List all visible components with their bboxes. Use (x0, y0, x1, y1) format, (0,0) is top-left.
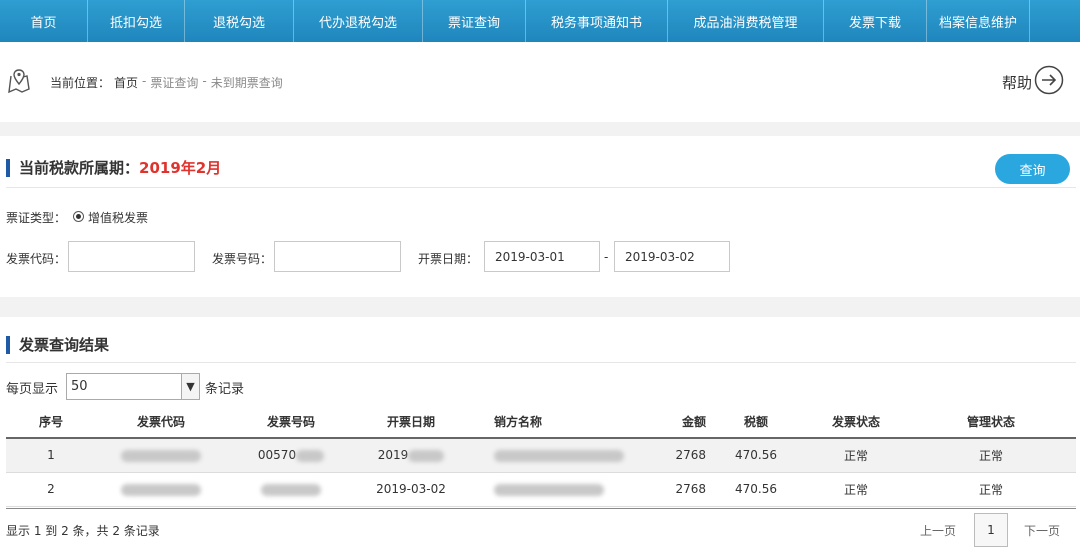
breadcrumb-bar: 当前位置： 首页 - 票证查询 - 未到期票查询 帮助 (0, 42, 1080, 122)
column-header: 销方名称 (466, 406, 646, 439)
row-index: 2 (6, 472, 96, 507)
chevron-down-icon[interactable]: ▼ (181, 374, 199, 399)
period-title: 当前税款所属期： 2019年2月 (6, 157, 221, 178)
per-page-label: 每页显示 (6, 382, 59, 397)
redacted-blur (494, 483, 604, 496)
amount-cell: 2768 (646, 438, 706, 473)
table-bottom-border (6, 508, 1076, 509)
tax-cell: 470.56 (706, 438, 806, 473)
seller-cell (466, 438, 646, 473)
redacted-blur (494, 449, 624, 462)
row-index: 1 (6, 438, 96, 473)
nav-home[interactable]: 首页 (0, 0, 88, 42)
per-page-select[interactable]: 50 ▼ (66, 373, 200, 400)
query-button[interactable]: 查询 (995, 154, 1070, 184)
next-page-button[interactable]: 下一页 (1024, 522, 1060, 539)
redacted-blur (261, 483, 321, 496)
issue-date-text: 2019 (377, 448, 409, 463)
nav-ticket-query[interactable]: 票证查询 (423, 0, 526, 42)
manage-status-cell: 正常 (906, 472, 1076, 507)
breadcrumb-prefix: 当前位置： (50, 76, 111, 90)
issue-date-label: 开票日期： (418, 252, 479, 266)
invoice-code-cell (96, 472, 226, 507)
nav-agent-refund-check[interactable]: 代办退税勾选 (294, 0, 423, 42)
help-link[interactable]: 帮助 (1002, 72, 1032, 93)
vat-invoice-option-label[interactable]: 增值税发票 (88, 209, 148, 226)
date-range-separator: - (604, 250, 609, 264)
divider (6, 187, 1076, 188)
nav-tax-notice[interactable]: 税务事项通知书 (526, 0, 668, 42)
invoice-code-cell (96, 438, 226, 473)
page-number-button[interactable]: 1 (974, 513, 1008, 547)
nav-invoice-download[interactable]: 发票下载 (824, 0, 927, 42)
section-gap (0, 122, 1080, 136)
issue-date-cell: 2019-03-02 (356, 472, 466, 507)
nav-archive-maintenance[interactable]: 档案信息维护 (927, 0, 1030, 42)
results-title-text: 发票查询结果 (19, 336, 110, 354)
table-row[interactable]: 2 2019-03-02 2768 470.56 正常 正常 (6, 472, 1076, 507)
table-header-row: 序号 发票代码 发票号码 开票日期 销方名称 金额 税额 发票状态 管理状态 (6, 406, 1076, 439)
column-header: 管理状态 (906, 406, 1076, 439)
column-header: 发票代码 (96, 406, 226, 439)
column-header: 发票状态 (806, 406, 906, 439)
period-value: 2019年2月 (139, 159, 222, 177)
breadcrumb-separator: - (142, 74, 147, 88)
vat-invoice-radio[interactable] (73, 211, 84, 222)
section-gap (0, 297, 1080, 317)
redacted-blur (121, 483, 201, 496)
column-header: 金额 (646, 406, 706, 439)
invoice-code-label: 发票代码： (6, 252, 67, 266)
redacted-blur (408, 449, 445, 462)
ticket-type-label: 票证类型： (6, 211, 67, 225)
invoice-number-input[interactable] (274, 241, 401, 272)
breadcrumb: 当前位置： 首页 - 票证查询 - 未到期票查询 (50, 74, 283, 91)
invoice-status-cell: 正常 (806, 472, 906, 507)
nav-refund-check[interactable]: 退税勾选 (185, 0, 294, 42)
invoice-number-cell (226, 472, 356, 507)
nav-deduction-check[interactable]: 抵扣勾选 (88, 0, 185, 42)
results-table: 序号 发票代码 发票号码 开票日期 销方名称 金额 税额 发票状态 管理状态 1… (6, 406, 1076, 507)
prev-page-button[interactable]: 上一页 (920, 522, 956, 539)
breadcrumb-current: 未到期票查询 (210, 76, 283, 90)
arrow-right-circle-icon[interactable] (1034, 65, 1064, 95)
column-header: 发票号码 (226, 406, 356, 439)
manage-status-cell: 正常 (906, 438, 1076, 473)
invoice-number-label: 发票号码： (212, 252, 273, 266)
breadcrumb-home[interactable]: 首页 (114, 74, 138, 91)
records-summary: 显示 1 到 2 条，共 2 条记录 (6, 524, 160, 538)
breadcrumb-separator: - (202, 74, 207, 88)
issue-date-from-input[interactable]: 2019-03-01 (484, 241, 600, 272)
period-label: 当前税款所属期： (19, 159, 140, 177)
redacted-blur (121, 449, 201, 462)
amount-cell: 2768 (646, 472, 706, 507)
issue-date-cell: 2019 (356, 438, 466, 473)
invoice-number-cell: 00570 (226, 438, 356, 473)
table-row[interactable]: 1 00570 2019 2768 470.56 正常 正常 (6, 438, 1076, 473)
column-header: 税额 (706, 406, 806, 439)
top-nav: 首页 抵扣勾选 退税勾选 代办退税勾选 票证查询 税务事项通知书 成品油消费税管… (0, 0, 1080, 42)
redacted-blur (296, 449, 325, 462)
per-page-value: 50 (71, 379, 88, 394)
column-header: 序号 (6, 406, 96, 439)
invoice-code-input[interactable] (68, 241, 195, 272)
location-map-icon (8, 69, 30, 94)
column-header: 开票日期 (356, 406, 466, 439)
issue-date-to-input[interactable]: 2019-03-02 (614, 241, 730, 272)
title-accent-bar (6, 158, 10, 177)
seller-cell (466, 472, 646, 507)
results-title: 发票查询结果 (6, 334, 109, 355)
tax-cell: 470.56 (706, 472, 806, 507)
breadcrumb-ticket-query[interactable]: 票证查询 (150, 74, 198, 91)
invoice-status-cell: 正常 (806, 438, 906, 473)
title-accent-bar (6, 335, 10, 354)
per-page-suffix: 条记录 (205, 382, 245, 397)
divider (6, 362, 1076, 363)
nav-oil-tax-management[interactable]: 成品油消费税管理 (668, 0, 824, 42)
invoice-number-text: 00570 (257, 448, 297, 463)
